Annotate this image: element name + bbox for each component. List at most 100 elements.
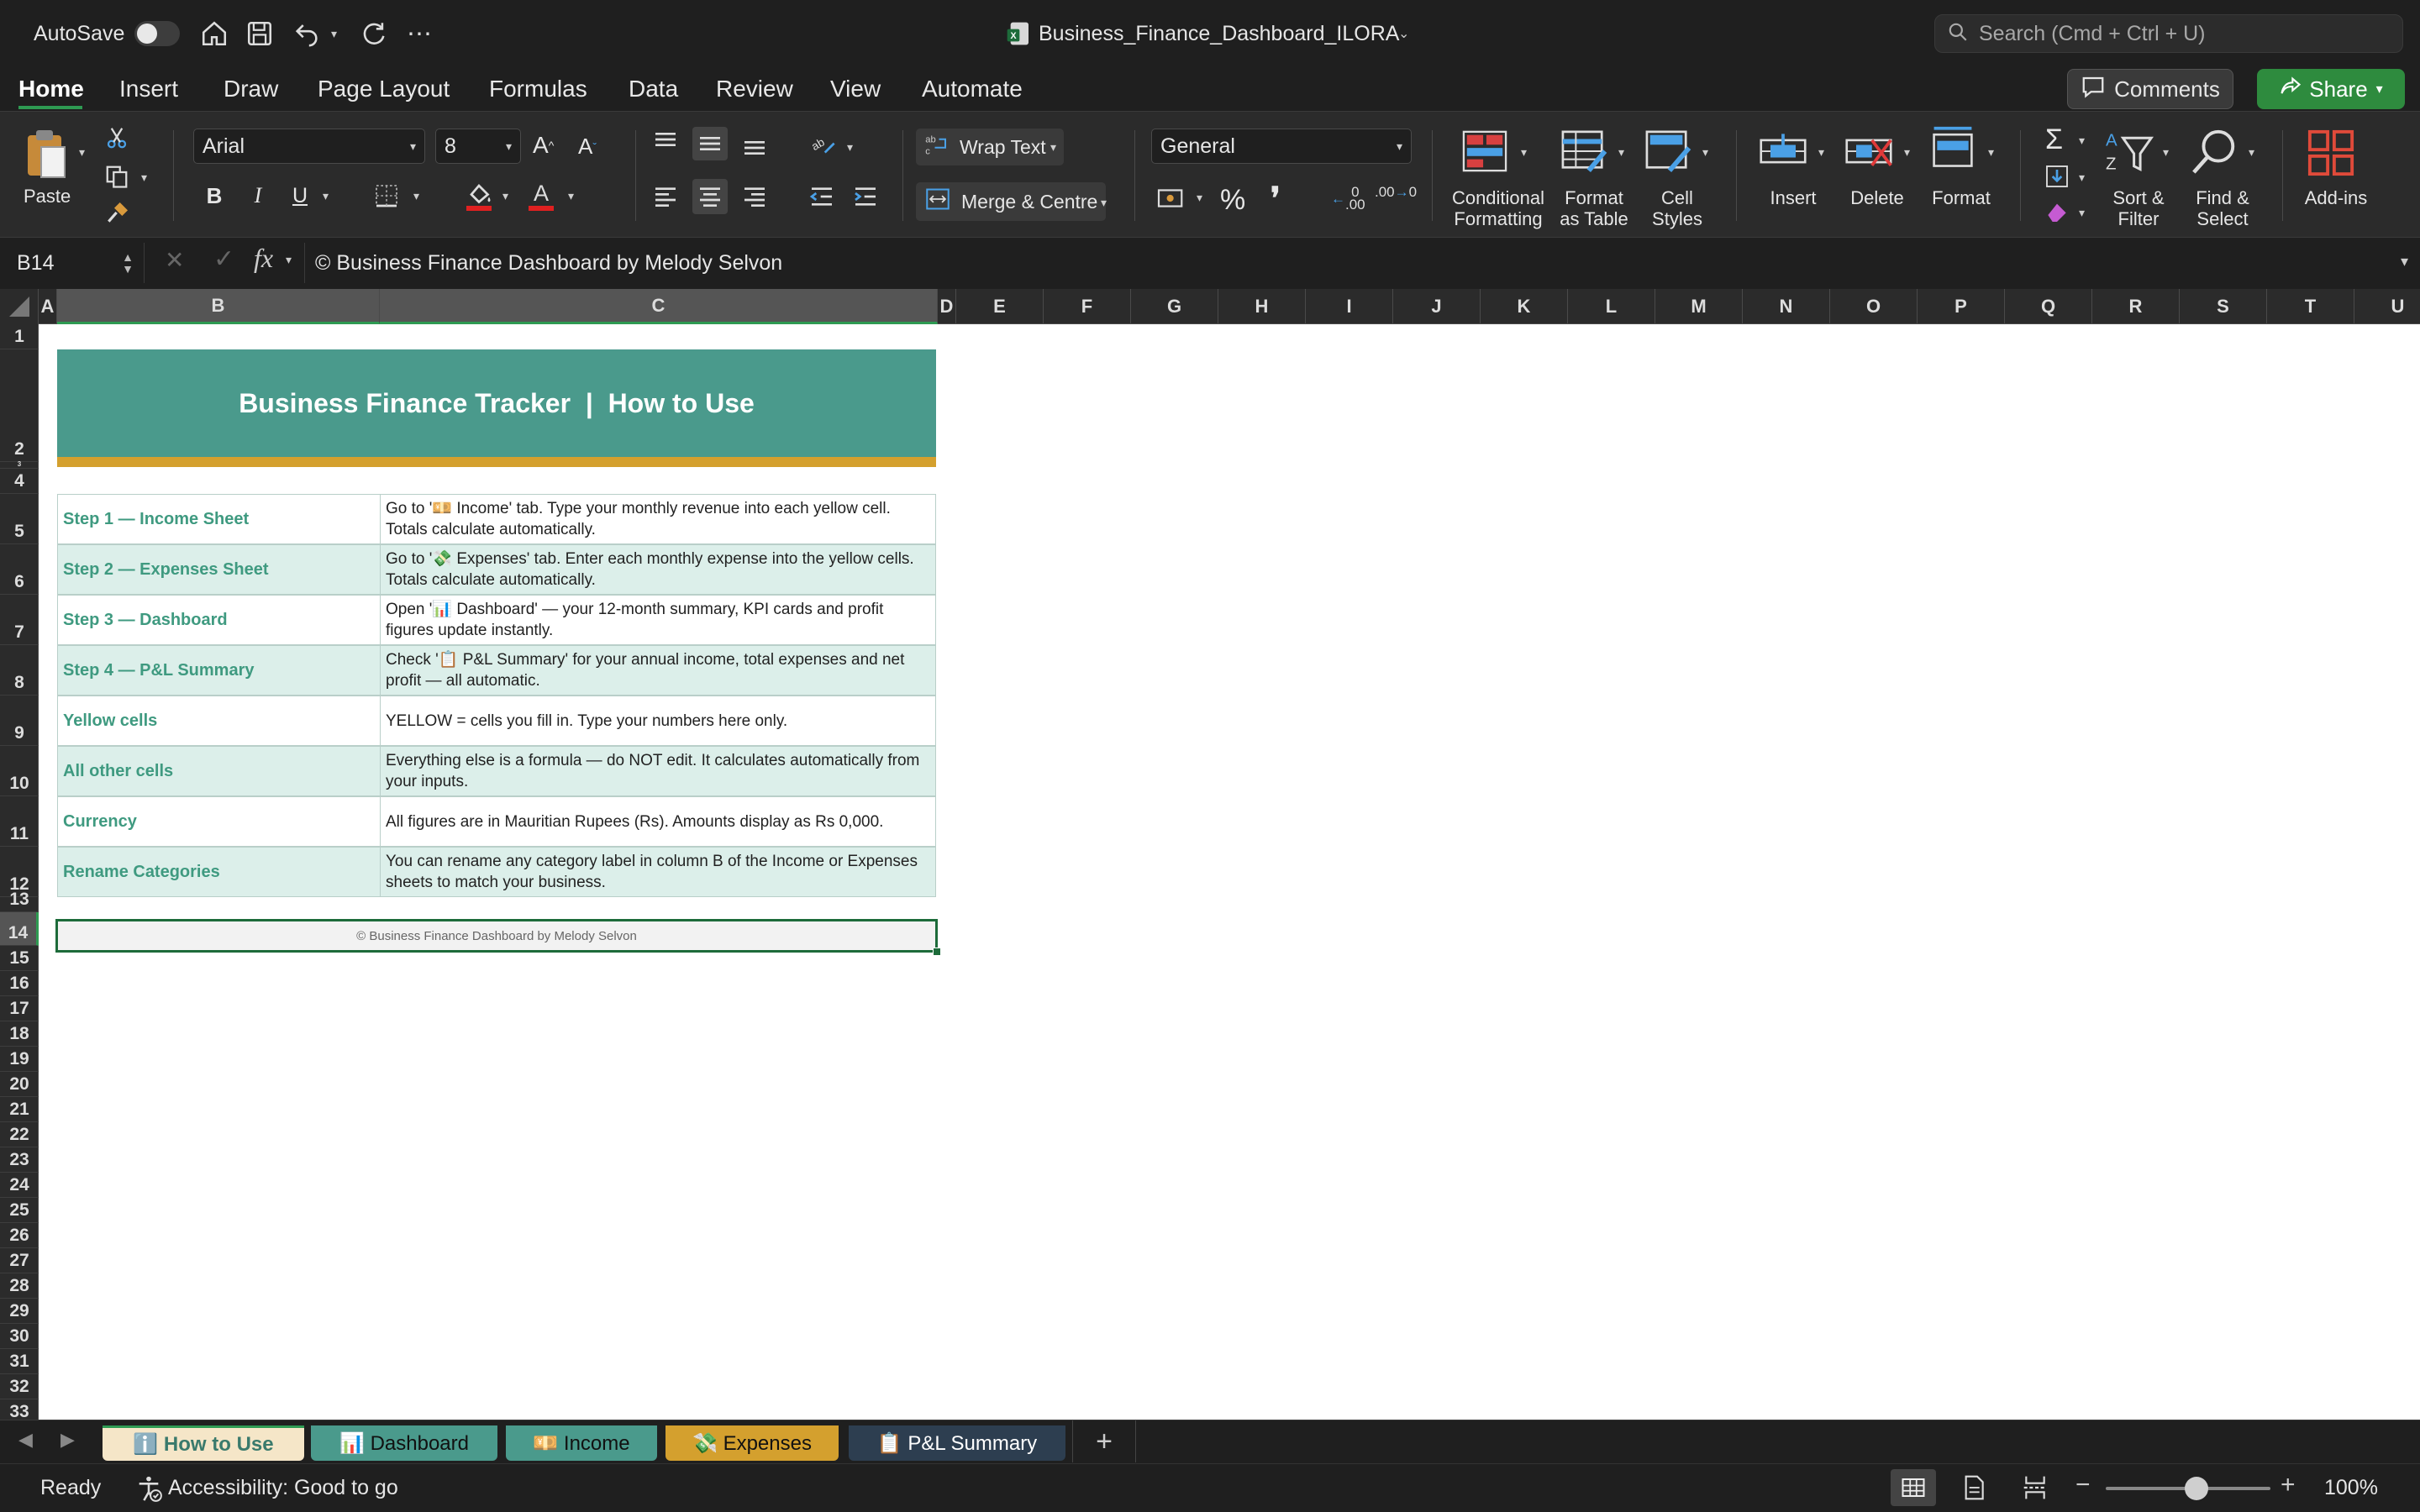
previous-sheet-icon[interactable]: ◀ [18, 1429, 33, 1451]
row-header-25[interactable]: 25 [0, 1198, 39, 1223]
instruction-text[interactable]: Go to '💸 Expenses' tab. Enter each month… [381, 545, 935, 594]
zoom-slider[interactable] [2106, 1477, 2270, 1500]
insert-cells-icon[interactable] [1758, 130, 1808, 172]
row-header-7[interactable]: 7 [0, 595, 39, 645]
row-header-4[interactable]: 4 [0, 469, 39, 494]
increase-decimal-icon[interactable]: ← 0.00 [1331, 185, 1365, 212]
expand-formula-bar-icon[interactable]: ▾ [2401, 253, 2408, 270]
column-header-b[interactable]: B [57, 289, 380, 324]
zoom-in-icon[interactable]: + [2281, 1471, 2296, 1499]
column-header-c[interactable]: C [380, 289, 938, 324]
undo-icon[interactable] [292, 0, 321, 67]
instruction-text[interactable]: Open '📊 Dashboard' — your 12-month summa… [381, 596, 935, 644]
tab-formulas[interactable]: Formulas [489, 67, 587, 111]
formula-input[interactable]: © Business Finance Dashboard by Melody S… [304, 243, 2396, 283]
row-header-18[interactable]: 18 [0, 1021, 39, 1047]
select-all-corner[interactable] [0, 289, 39, 324]
row-header-8[interactable]: 8 [0, 645, 39, 696]
fill-color-icon[interactable] [464, 179, 494, 213]
row-header-21[interactable]: 21 [0, 1097, 39, 1122]
format-cells-dropdown-icon[interactable]: ▾ [1988, 145, 1994, 160]
selected-cell-b14[interactable]: © Business Finance Dashboard by Melody S… [55, 919, 938, 953]
format-as-table-dropdown-icon[interactable]: ▾ [1618, 145, 1624, 160]
name-box-stepper-icon[interactable]: ▲ ▼ [122, 251, 134, 275]
worksheet-grid[interactable]: Business Finance Tracker | How to Use St… [39, 324, 2420, 1420]
row-header-29[interactable]: 29 [0, 1299, 39, 1324]
accounting-format-icon[interactable] [1156, 186, 1186, 211]
search-box[interactable]: Search (Cmd + Ctrl + U) [1934, 0, 2403, 67]
redo-icon[interactable] [360, 0, 388, 67]
column-header-m[interactable]: M [1655, 289, 1743, 324]
wrap-text-button[interactable]: ab c Wrap Text [916, 129, 1064, 165]
autosave-toggle[interactable] [134, 0, 180, 67]
instruction-text[interactable]: You can rename any category label in col… [381, 848, 935, 896]
number-format-select[interactable]: General ▾ [1151, 129, 1412, 164]
column-header-h[interactable]: H [1218, 289, 1306, 324]
zoom-slider-knob[interactable] [2184, 1477, 2208, 1500]
delete-cells-dropdown-icon[interactable]: ▾ [1904, 145, 1910, 160]
add-sheet-button[interactable]: + [1072, 1420, 1136, 1462]
addins-icon[interactable] [2306, 129, 2356, 177]
row-header-15[interactable]: 15 [0, 946, 39, 971]
font-color-dropdown-icon[interactable]: ▾ [568, 189, 574, 203]
autosum-icon[interactable]: Σ [2045, 123, 2063, 156]
instruction-label[interactable]: Rename Categories [58, 848, 381, 896]
tab-insert[interactable]: Insert [119, 67, 178, 111]
tab-data[interactable]: Data [629, 67, 678, 111]
column-header-q[interactable]: Q [2005, 289, 2092, 324]
row-header-22[interactable]: 22 [0, 1122, 39, 1147]
underline-icon[interactable]: U [287, 181, 313, 211]
accessibility-icon[interactable] [134, 1474, 163, 1507]
sheet-tab-how-to-use[interactable]: ℹ️ How to Use [103, 1425, 304, 1461]
clear-icon[interactable] [2044, 199, 2070, 224]
align-right-icon[interactable] [741, 184, 768, 209]
tab-review[interactable]: Review [716, 67, 793, 111]
find-select-dropdown-icon[interactable]: ▾ [2249, 145, 2254, 160]
row-header-14[interactable]: 14 [0, 912, 39, 946]
sheet-tab-income[interactable]: 💴 Income [506, 1425, 657, 1461]
row-header-6[interactable]: 6 [0, 544, 39, 595]
row-header-11[interactable]: 11 [0, 796, 39, 847]
column-header-g[interactable]: G [1131, 289, 1218, 324]
cell-styles-dropdown-icon[interactable]: ▾ [1702, 145, 1708, 160]
copy-dropdown-icon[interactable]: ▾ [141, 171, 147, 185]
column-header-u[interactable]: U [2354, 289, 2420, 324]
align-bottom-icon[interactable] [741, 132, 768, 157]
next-sheet-icon[interactable]: ▶ [60, 1429, 75, 1451]
row-header-27[interactable]: 27 [0, 1248, 39, 1273]
column-header-a[interactable]: A [39, 289, 57, 324]
column-header-n[interactable]: N [1743, 289, 1830, 324]
column-header-j[interactable]: J [1393, 289, 1481, 324]
tab-home[interactable]: Home [18, 67, 84, 111]
align-center-icon[interactable] [692, 179, 728, 214]
orientation-dropdown-icon[interactable]: ▾ [847, 140, 853, 155]
paste-icon[interactable] [22, 127, 71, 181]
zoom-level[interactable]: 100% [2324, 1476, 2378, 1500]
column-header-o[interactable]: O [1830, 289, 1918, 324]
cell-styles-icon[interactable] [1644, 129, 1692, 174]
clear-dropdown-icon[interactable]: ▾ [2079, 206, 2085, 220]
align-middle-icon[interactable] [692, 127, 728, 160]
underline-dropdown-icon[interactable]: ▾ [323, 189, 329, 203]
tab-draw[interactable]: Draw [224, 67, 278, 111]
instruction-text[interactable]: Check '📋 P&L Summary' for your annual in… [381, 646, 935, 695]
row-header-28[interactable]: 28 [0, 1273, 39, 1299]
row-header-9[interactable]: 9 [0, 696, 39, 746]
accessibility-status[interactable]: Accessibility: Good to go [168, 1476, 398, 1500]
tab-view[interactable]: View [830, 67, 881, 111]
sheet-tab-pl-summary[interactable]: 📋 P&L Summary [849, 1425, 1065, 1461]
column-header-s[interactable]: S [2180, 289, 2267, 324]
cancel-entry-icon[interactable]: ✕ [165, 246, 184, 274]
decrease-font-size-icon[interactable]: Aˇ [578, 134, 597, 160]
column-header-l[interactable]: L [1568, 289, 1655, 324]
paste-dropdown-icon[interactable]: ▾ [79, 145, 85, 160]
home-icon[interactable] [200, 0, 229, 67]
row-header-30[interactable]: 30 [0, 1324, 39, 1349]
row-header-19[interactable]: 19 [0, 1047, 39, 1072]
row-header-3[interactable]: 3 [0, 460, 39, 469]
cut-icon[interactable] [104, 125, 129, 150]
align-left-icon[interactable] [652, 184, 679, 209]
fill-handle[interactable] [933, 948, 941, 956]
column-header-r[interactable]: R [2092, 289, 2180, 324]
column-header-k[interactable]: K [1481, 289, 1568, 324]
